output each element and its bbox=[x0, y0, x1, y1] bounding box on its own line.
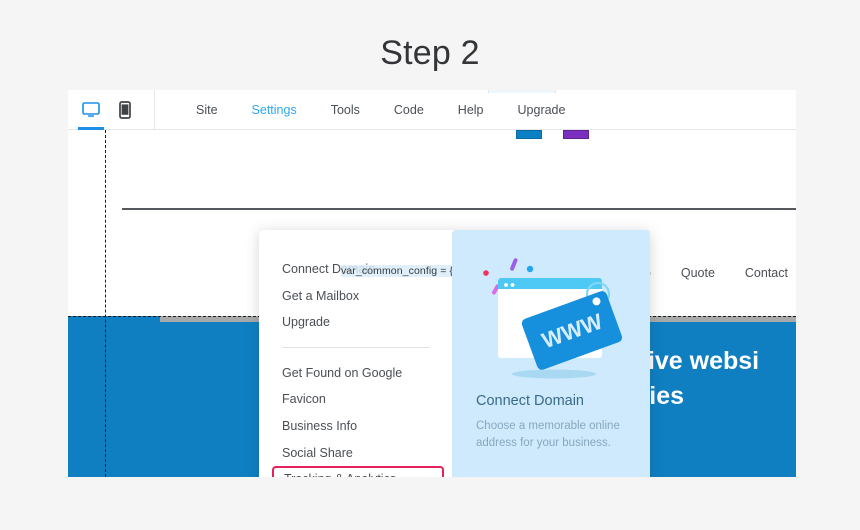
menu-item-tracking-and-analytics[interactable]: Tracking & Analytics bbox=[272, 466, 444, 477]
mobile-icon bbox=[119, 100, 131, 119]
menu-divider bbox=[282, 346, 430, 348]
menu-item-upgrade[interactable]: Upgrade bbox=[259, 309, 452, 336]
code-overlay-text: var_common_config = { bbox=[341, 265, 454, 277]
site-nav-item-quote[interactable]: Quote bbox=[681, 266, 715, 280]
toolbar-item-tools[interactable]: Tools bbox=[314, 90, 377, 130]
mobile-view-button[interactable] bbox=[114, 90, 136, 130]
site-header-divider bbox=[122, 208, 796, 210]
site-nav-item-contact[interactable]: Contact bbox=[745, 266, 788, 280]
color-swatch-blue[interactable] bbox=[516, 130, 542, 139]
desktop-view-button[interactable] bbox=[78, 90, 104, 130]
toolbar-menu: Site Settings Tools Code Help Upgrade bbox=[155, 90, 582, 130]
vertical-guide-line bbox=[105, 130, 106, 477]
toolbar-item-help[interactable]: Help bbox=[441, 90, 501, 130]
preview-card-description: Choose a memorable online address for yo… bbox=[476, 420, 620, 449]
page-title: Step 2 bbox=[380, 34, 480, 72]
toolbar-item-upgrade[interactable]: Upgrade bbox=[501, 90, 583, 130]
settings-menu-list: Connect Domain Get a Mailbox Upgrade Get… bbox=[259, 230, 454, 477]
device-switcher bbox=[68, 90, 155, 130]
desktop-icon bbox=[82, 101, 100, 117]
color-swatch-purple[interactable] bbox=[563, 130, 589, 139]
connect-domain-preview-card: WWW Connect Domain Choose a memorable on… bbox=[452, 230, 650, 477]
collapse-toolbar-button[interactable]: ▲ bbox=[488, 90, 556, 93]
menu-item-social-share[interactable]: Social Share bbox=[259, 440, 452, 467]
site-nav[interactable]: io Quote Contact bbox=[641, 266, 788, 280]
toolbar-item-code[interactable]: Code bbox=[377, 90, 441, 130]
settings-dropdown-menu: Connect Domain Get a Mailbox Upgrade Get… bbox=[259, 230, 650, 477]
screenshot-root: Step 2 io Quote Contact nnovative websi … bbox=[0, 0, 860, 530]
menu-item-get-a-mailbox[interactable]: Get a Mailbox bbox=[259, 283, 452, 310]
desktop-active-underline bbox=[78, 126, 104, 130]
toolbar-item-settings[interactable]: Settings bbox=[235, 90, 314, 130]
chevron-up-icon: ▲ bbox=[518, 90, 527, 91]
browser-window-with-www-tag-illustration: WWW bbox=[483, 258, 623, 379]
menu-item-get-found-on-google[interactable]: Get Found on Google bbox=[259, 360, 452, 387]
website-editor-window: io Quote Contact nnovative websi hnologi… bbox=[68, 90, 796, 477]
editor-toolbar: Site Settings Tools Code Help Upgrade ▲ bbox=[68, 90, 796, 130]
preview-card-title: Connect Domain bbox=[476, 393, 584, 409]
toolbar-item-site[interactable]: Site bbox=[179, 90, 235, 130]
menu-item-business-info[interactable]: Business Info bbox=[259, 413, 452, 440]
menu-item-favicon[interactable]: Favicon bbox=[259, 386, 452, 413]
